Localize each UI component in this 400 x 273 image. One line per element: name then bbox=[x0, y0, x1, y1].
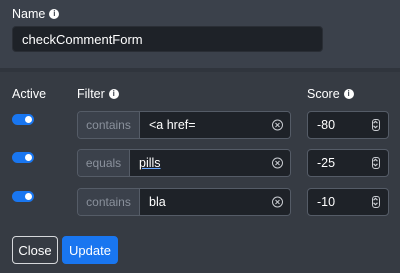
info-icon[interactable]: i bbox=[49, 9, 60, 19]
filter-value-input[interactable]: bla bbox=[140, 189, 290, 215]
info-icon[interactable]: i bbox=[108, 89, 119, 99]
spinner-icon[interactable] bbox=[372, 196, 380, 208]
active-toggle[interactable] bbox=[12, 152, 34, 163]
filter-value: <a href= bbox=[149, 118, 196, 132]
clear-icon[interactable] bbox=[272, 157, 283, 169]
score-value: -25 bbox=[317, 156, 336, 170]
filter-operator[interactable]: contains bbox=[78, 112, 140, 138]
info-icon[interactable]: i bbox=[343, 89, 354, 99]
filter-value-input[interactable]: <a href= bbox=[140, 112, 290, 138]
update-button[interactable]: Update bbox=[62, 236, 118, 264]
filter-operator[interactable]: contains bbox=[78, 189, 140, 215]
name-input-value: checkCommentForm bbox=[22, 31, 143, 47]
active-header: Active bbox=[12, 87, 46, 101]
filter-operator[interactable]: equals bbox=[78, 150, 130, 176]
spinner-icon[interactable] bbox=[372, 157, 380, 169]
filter-value-input[interactable]: pills bbox=[130, 150, 290, 176]
filter-input-group: contains <a href= bbox=[77, 111, 291, 139]
score-input[interactable]: -10 bbox=[307, 188, 389, 216]
filter-input-group: equals pills bbox=[77, 149, 291, 177]
filter-value: bla bbox=[149, 195, 166, 209]
filter-header-text: Filter bbox=[77, 87, 105, 101]
name-label: Name i bbox=[12, 7, 60, 21]
clear-icon[interactable] bbox=[272, 119, 283, 131]
score-input[interactable]: -80 bbox=[307, 111, 389, 139]
filter-input-group: contains bla bbox=[77, 188, 291, 216]
name-input[interactable]: checkCommentForm bbox=[12, 26, 323, 52]
filter-value: pills bbox=[139, 156, 161, 170]
score-input[interactable]: -25 bbox=[307, 149, 389, 177]
name-label-text: Name bbox=[12, 7, 46, 21]
score-header-text: Score bbox=[307, 87, 340, 101]
active-header-text: Active bbox=[12, 87, 47, 101]
active-toggle[interactable] bbox=[12, 114, 34, 125]
score-value: -10 bbox=[317, 195, 336, 209]
score-value: -80 bbox=[317, 118, 336, 132]
active-toggle[interactable] bbox=[12, 191, 34, 202]
spinner-icon[interactable] bbox=[372, 119, 380, 131]
score-header: Score i bbox=[307, 87, 354, 101]
clear-icon[interactable] bbox=[272, 196, 283, 208]
close-button[interactable]: Close bbox=[12, 236, 58, 264]
filter-header: Filter i bbox=[77, 87, 119, 101]
